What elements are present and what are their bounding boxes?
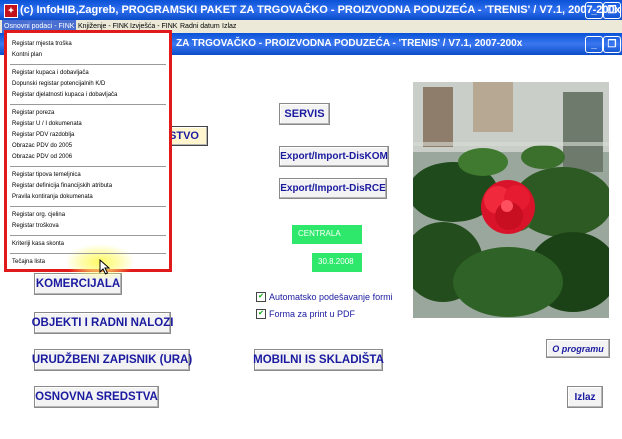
date-status: 30.8.2008 — [312, 253, 362, 272]
auto-form-label: Automatsko podešavanje formi — [269, 292, 393, 302]
osnovni-podaci-dropdown: Registar mjesta troška Kontni plan Regis… — [4, 30, 172, 279]
outer-minimize-button[interactable]: _ — [585, 2, 603, 19]
menu-separator — [10, 104, 166, 105]
menu-item-registar-mjesta-troska[interactable]: Registar mjesta troška — [12, 41, 72, 47]
flower-illustration — [413, 82, 609, 318]
menu-separator — [10, 235, 166, 236]
objekti-radni-nalozi-button[interactable]: OBJEKTI I RADNI NALOZI — [32, 312, 173, 334]
o-programu-button[interactable]: O programu — [546, 339, 610, 358]
export-import-disrce-button[interactable]: Export/Import-DisRCE — [279, 178, 387, 199]
osnovna-sredstva-button[interactable]: OSNOVNA SREDSTVA — [34, 386, 159, 408]
menu-item-tecajna-lista[interactable]: Tečajna lista — [12, 259, 45, 265]
menu-item-kontni-plan[interactable]: Kontni plan — [12, 52, 42, 58]
location-status: CENTRALA — [292, 225, 362, 244]
inner-window-title: ZA TRGOVAČKO - PROIZVODNA PODUZEĆA - 'TR… — [176, 38, 523, 49]
outer-restore-button[interactable]: ❐ — [603, 2, 621, 19]
menu-item-obrazac-pdv-2005[interactable]: Obrazac PDV do 2005 — [12, 143, 72, 149]
menu-item-kriteriji-kasa-skonta[interactable]: Kriteriji kasa skonta — [12, 241, 64, 247]
izlaz-button[interactable]: Izlaz — [567, 386, 603, 408]
menu-izlaz[interactable]: Izlaz — [222, 20, 236, 33]
menu-separator — [10, 64, 166, 65]
menu-radni-datum[interactable]: Radni datum — [180, 20, 220, 33]
check-icon: ✔ — [256, 309, 266, 319]
check-icon: ✔ — [256, 292, 266, 302]
outer-title-bar: ✦ (c) InfoHIB,Zagreb, PROGRAMSKI PAKET Z… — [0, 0, 622, 20]
menu-item-registar-definicija[interactable]: Registar definicija financijskih atribut… — [12, 183, 112, 189]
flower-photo — [413, 82, 609, 318]
mobilni-is-skladista-button[interactable]: MOBILNI IS SKLADIŠTA — [253, 349, 384, 371]
pdf-form-label: Forma za print u PDF — [269, 309, 356, 319]
menu-separator — [10, 166, 166, 167]
menu-item-registar-poreza[interactable]: Registar poreza — [12, 110, 54, 116]
mouse-cursor-icon — [99, 259, 111, 275]
menu-separator — [10, 206, 166, 207]
menu-item-registar-org-cjelina[interactable]: Registar org. cjelina — [12, 212, 65, 218]
menu-item-registar-ui-dokumenata[interactable]: Registar U / I dokumenata — [12, 121, 82, 127]
outer-window-title: (c) InfoHIB,Zagreb, PROGRAMSKI PAKET ZA … — [20, 4, 621, 16]
urudzbeni-zapisnik-button[interactable]: URUDŽBENI ZAPISNIK (URA) — [32, 349, 192, 371]
menu-item-registar-pdv-razdoblja[interactable]: Registar PDV razdoblja — [12, 132, 74, 138]
menu-separator — [10, 253, 166, 254]
menu-item-registar-kupaca[interactable]: Registar kupaca i dobavljača — [12, 70, 89, 76]
inner-restore-button[interactable]: ❐ — [603, 36, 621, 53]
menu-item-dopunski-registar[interactable]: Dopunski registar potencijalnih K/D — [12, 81, 105, 87]
menu-item-obrazac-pdv-2006[interactable]: Obrazac PDV od 2006 — [12, 154, 72, 160]
menu-item-registar-troskova[interactable]: Registar troškova — [12, 223, 59, 229]
menu-item-registar-djelatnosti[interactable]: Registar djelatnosti kupaca i dobavljača — [12, 92, 117, 98]
pdf-form-checkbox[interactable]: ✔ Forma za print u PDF — [256, 309, 355, 319]
menu-item-registar-tipova-temeljnica[interactable]: Registar tipova temeljnica — [12, 172, 81, 178]
export-import-diskom-button[interactable]: Export/Import-DisKOM — [279, 146, 389, 167]
menu-item-pravila-kontiranja[interactable]: Pravila kontiranja dokumenata — [12, 194, 93, 200]
app-icon: ✦ — [4, 4, 18, 18]
inner-minimize-button[interactable]: _ — [585, 36, 603, 53]
auto-form-checkbox[interactable]: ✔ Automatsko podešavanje formi — [256, 292, 393, 302]
servis-button[interactable]: SERVIS — [279, 103, 330, 125]
